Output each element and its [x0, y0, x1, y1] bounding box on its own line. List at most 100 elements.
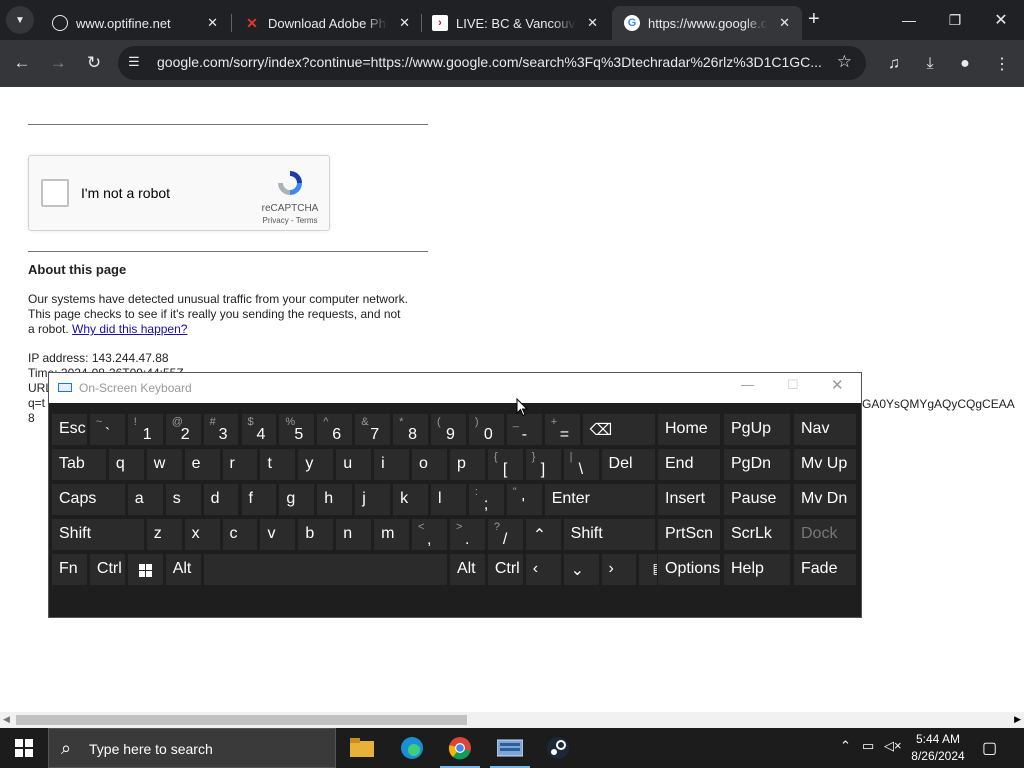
scrollbar-thumb[interactable]: [16, 715, 467, 725]
key-help[interactable]: Help: [723, 553, 791, 586]
key-esc[interactable]: Esc: [51, 413, 88, 446]
address-bar[interactable]: ☰ google.com/sorry/index?continue=https:…: [118, 46, 866, 80]
key-alt[interactable]: Alt: [448, 553, 486, 586]
key-scrlk[interactable]: ScrLk: [723, 518, 791, 551]
key-key[interactable]: ›: [600, 553, 638, 586]
key-5[interactable]: % 5: [278, 413, 316, 446]
key-m[interactable]: m: [373, 518, 411, 551]
site-info-icon[interactable]: ☰: [128, 54, 140, 70]
key-2[interactable]: @2: [164, 413, 202, 446]
osk-close-button[interactable]: ✕: [831, 376, 844, 394]
key-w[interactable]: w: [145, 448, 183, 481]
new-tab-button[interactable]: +: [808, 8, 820, 31]
key-del[interactable]: Del: [600, 448, 657, 481]
key-prtscn[interactable]: PrtScn: [657, 518, 721, 551]
close-tab-icon[interactable]: ✕: [587, 15, 598, 31]
osk-titlebar[interactable]: On-Screen Keyboard — ☐ ✕: [49, 373, 861, 403]
key-mv-up[interactable]: Mv Up: [793, 448, 857, 481]
key-b[interactable]: b: [297, 518, 335, 551]
key-d[interactable]: d: [202, 483, 240, 516]
key-p[interactable]: p: [448, 448, 486, 481]
key-9[interactable]: (9: [430, 413, 467, 446]
key-key[interactable]: ‹: [524, 553, 562, 586]
key-8[interactable]: * 8: [392, 413, 429, 446]
osk-maximize-button[interactable]: ☐: [787, 377, 799, 393]
key-space[interactable]: [202, 553, 448, 586]
key-y[interactable]: y: [297, 448, 335, 481]
recaptcha-terms[interactable]: Privacy - Terms: [251, 216, 329, 225]
key-fn[interactable]: Fn: [51, 553, 88, 586]
key-home[interactable]: Home: [657, 413, 721, 446]
key-t[interactable]: t: [259, 448, 297, 481]
key-z[interactable]: z: [145, 518, 183, 551]
key-e[interactable]: e: [183, 448, 221, 481]
tab-search-button[interactable]: ▼: [6, 6, 34, 34]
key-fade[interactable]: Fade: [793, 553, 857, 586]
profile-icon[interactable]: ●: [953, 52, 977, 76]
key-i[interactable]: i: [373, 448, 411, 481]
edge-app[interactable]: [388, 728, 436, 768]
key-key[interactable]: ? /: [486, 518, 524, 551]
close-tab-icon[interactable]: ✕: [779, 15, 790, 31]
key-key[interactable]: <,: [411, 518, 448, 551]
download-icon[interactable]: ⤓: [918, 52, 942, 76]
key-n[interactable]: n: [335, 518, 373, 551]
key-r[interactable]: r: [221, 448, 259, 481]
key-o[interactable]: o: [411, 448, 448, 481]
url-text[interactable]: google.com/sorry/index?continue=https://…: [157, 54, 827, 70]
key-c[interactable]: c: [221, 518, 259, 551]
tab-optifine[interactable]: www.optifine.net ✕: [40, 6, 230, 40]
key-key[interactable]: :;: [467, 483, 505, 516]
key-pgdn[interactable]: PgDn: [723, 448, 791, 481]
notification-icon[interactable]: ▢: [982, 738, 997, 758]
scroll-right-icon[interactable]: ▶: [1014, 714, 1021, 725]
scroll-left-icon[interactable]: ◀: [3, 714, 10, 725]
minimize-button[interactable]: —: [886, 0, 932, 40]
tab-news[interactable]: › LIVE: BC & Vancouver ✕: [420, 6, 610, 40]
maximize-button[interactable]: ❐: [932, 0, 978, 40]
why-link[interactable]: Why did this happen?: [72, 322, 187, 336]
osk-minimize-button[interactable]: —: [741, 377, 754, 392]
chrome-app[interactable]: [436, 728, 484, 768]
key-g[interactable]: g: [278, 483, 316, 516]
key-mv-dn[interactable]: Mv Dn: [793, 483, 857, 516]
key-1[interactable]: ! 1: [126, 413, 164, 446]
key-nav[interactable]: Nav: [793, 413, 857, 446]
menu-kebab-icon[interactable]: ⋮: [990, 52, 1014, 76]
key-windows[interactable]: [126, 553, 164, 586]
key-s[interactable]: s: [164, 483, 202, 516]
tab-google[interactable]: G https://www.google.com ✕: [612, 6, 802, 40]
key-key[interactable]: ~ `: [88, 413, 126, 446]
key-k[interactable]: k: [392, 483, 429, 516]
forward-button[interactable]: →: [45, 50, 71, 76]
captcha-checkbox[interactable]: [41, 179, 69, 207]
close-window-button[interactable]: ✕: [978, 0, 1024, 40]
key-ctrl[interactable]: Ctrl: [486, 553, 524, 586]
key-l[interactable]: l: [430, 483, 467, 516]
key-u[interactable]: u: [335, 448, 373, 481]
volume-muted-icon[interactable]: ◁×: [884, 738, 902, 754]
key-end[interactable]: End: [657, 448, 721, 481]
back-button[interactable]: ←: [9, 50, 35, 76]
taskbar-clock[interactable]: 5:44 AM 8/26/2024: [900, 731, 976, 765]
horizontal-scrollbar[interactable]: ◀ ▶: [0, 712, 1024, 728]
key-h[interactable]: h: [316, 483, 354, 516]
key-insert[interactable]: Insert: [657, 483, 721, 516]
key-key[interactable]: ⌄: [562, 553, 600, 586]
key-3[interactable]: #3: [202, 413, 240, 446]
key-dock[interactable]: Dock: [793, 518, 857, 551]
key-f[interactable]: f: [240, 483, 278, 516]
key-key[interactable]: + =: [543, 413, 581, 446]
close-tab-icon[interactable]: ✕: [399, 15, 410, 31]
start-button[interactable]: [0, 728, 48, 768]
key-caps[interactable]: Caps: [51, 483, 126, 516]
network-icon[interactable]: ▭: [862, 738, 874, 754]
key-ctrl[interactable]: Ctrl: [88, 553, 126, 586]
tray-overflow-icon[interactable]: ⌃: [840, 738, 851, 754]
key-pause[interactable]: Pause: [723, 483, 791, 516]
key-key[interactable]: >.: [448, 518, 486, 551]
key-alt[interactable]: Alt: [164, 553, 202, 586]
key-key[interactable]: {[: [486, 448, 524, 481]
key-j[interactable]: j: [354, 483, 392, 516]
key-key[interactable]: " ': [505, 483, 543, 516]
